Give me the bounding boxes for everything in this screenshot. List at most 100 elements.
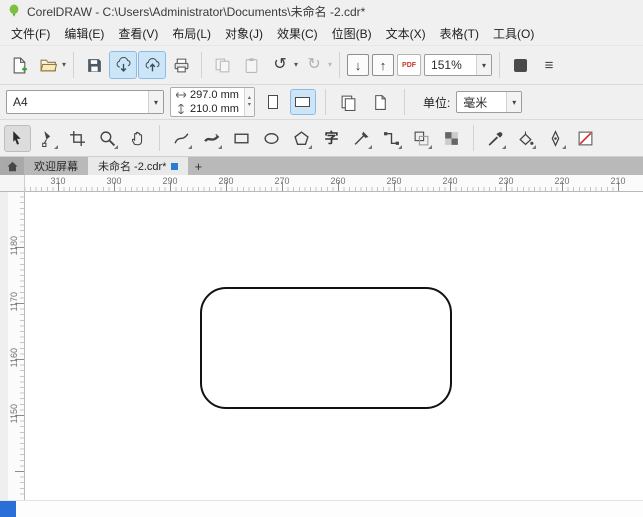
ruler-origin[interactable] xyxy=(0,175,25,192)
hruler-label: 270 xyxy=(274,176,290,186)
page-size-caret[interactable]: ▾ xyxy=(148,91,163,113)
zoom-tool[interactable] xyxy=(95,126,120,151)
zoom-dropdown-caret[interactable]: ▾ xyxy=(476,55,492,75)
publish-pdf-button[interactable]: PDF xyxy=(397,54,422,76)
rounded-rectangle-object[interactable] xyxy=(200,287,452,409)
crop-tool[interactable] xyxy=(65,126,90,151)
print-button[interactable] xyxy=(168,52,194,78)
hruler-label: 280 xyxy=(218,176,234,186)
vruler-label: 1150 xyxy=(9,404,19,424)
import-button[interactable]: ↓ xyxy=(347,54,370,76)
hruler-label: 260 xyxy=(330,176,346,186)
units-label: 单位: xyxy=(422,95,451,110)
bottom-left-swatch[interactable] xyxy=(0,501,16,517)
freehand-tool[interactable] xyxy=(169,126,194,151)
cloud-upload-button[interactable] xyxy=(138,51,167,79)
window-title: CorelDRAW - C:\Users\Administrator\Docum… xyxy=(27,4,366,19)
menu-layout[interactable]: 布局(L) xyxy=(165,22,218,45)
page-height-input[interactable]: 210.0 mm xyxy=(171,102,244,116)
undo-button[interactable]: ↺ ▾ xyxy=(267,52,298,78)
menu-view[interactable]: 查看(V) xyxy=(111,22,165,45)
vertical-ruler[interactable]: 1180 1170 1160 1150 xyxy=(8,192,25,500)
artistic-media-icon xyxy=(204,133,220,142)
hruler-label: 250 xyxy=(386,176,402,186)
open-flyout-caret[interactable]: ▾ xyxy=(62,61,66,69)
fullscreen-icon xyxy=(513,58,527,72)
tab-welcome[interactable]: 欢迎屏幕 xyxy=(24,157,88,175)
interactive-fill-tool[interactable] xyxy=(513,126,538,151)
menu-tools[interactable]: 工具(O) xyxy=(486,22,541,45)
tab-document[interactable]: 未命名 -2.cdr* xyxy=(88,157,189,175)
spin-up-icon: ▴ xyxy=(247,95,251,101)
text-tool[interactable]: 字 xyxy=(319,126,344,151)
outline-pen-tool[interactable] xyxy=(543,126,568,151)
options-button[interactable]: ≡ xyxy=(536,52,562,78)
polygon-tool[interactable] xyxy=(289,126,314,151)
portrait-button[interactable] xyxy=(261,90,285,114)
redo-button[interactable]: ↻ ▾ xyxy=(301,52,332,78)
menu-bitmaps[interactable]: 位图(B) xyxy=(325,22,379,45)
menu-bar: 文件(F) 编辑(E) 查看(V) 布局(L) 对象(J) 效果(C) 位图(B… xyxy=(0,22,643,45)
paste-button[interactable] xyxy=(238,52,264,78)
page-width-input[interactable]: 297.0 mm xyxy=(171,88,244,102)
ellipse-tool[interactable] xyxy=(259,126,284,151)
pick-icon xyxy=(13,130,21,145)
new-tab-button[interactable]: + xyxy=(188,157,208,175)
zoom-level-combobox[interactable]: 151% ▾ xyxy=(424,54,493,76)
pattern-fill-tool[interactable] xyxy=(439,126,464,151)
menu-effects[interactable]: 效果(C) xyxy=(270,22,325,45)
document-tab-bar: 欢迎屏幕 未命名 -2.cdr* + xyxy=(0,157,643,175)
new-document-button[interactable] xyxy=(6,52,32,78)
horizontal-ruler[interactable]: 310 300 290 280 270 260 250 240 230 220 … xyxy=(25,175,643,192)
artistic-media-tool[interactable] xyxy=(199,126,224,151)
tab-document-label: 未命名 -2.cdr* xyxy=(98,161,167,173)
two-point-line-tool[interactable] xyxy=(349,126,374,151)
transparency-tool[interactable] xyxy=(409,126,434,151)
outline-pen-icon xyxy=(551,129,560,147)
page-dimensions-spinner[interactable]: ▴ ▾ xyxy=(243,88,254,116)
no-fill-icon xyxy=(578,131,593,145)
save-button[interactable] xyxy=(81,52,107,78)
units-caret[interactable]: ▾ xyxy=(506,92,522,112)
hruler-label: 290 xyxy=(162,176,178,186)
toolbox-separator xyxy=(159,125,160,151)
cloud-download-button[interactable] xyxy=(109,51,138,79)
redo-flyout-caret[interactable]: ▾ xyxy=(328,61,332,69)
connector-tool[interactable] xyxy=(379,126,404,151)
portrait-icon xyxy=(267,95,278,109)
page-width-icon xyxy=(176,92,186,98)
home-tab[interactable] xyxy=(0,157,24,175)
fullscreen-preview-button[interactable] xyxy=(507,52,533,78)
pick-tool[interactable] xyxy=(4,124,31,152)
landscape-button[interactable] xyxy=(289,89,316,115)
fill-color-tool[interactable] xyxy=(573,126,598,151)
current-page-icon xyxy=(375,94,387,110)
menu-file[interactable]: 文件(F) xyxy=(4,22,57,45)
page-size-combobox[interactable]: A4 ▾ xyxy=(6,90,164,114)
open-button[interactable]: ▾ xyxy=(35,52,66,78)
propbar-separator xyxy=(403,89,405,115)
vruler-label: 1170 xyxy=(9,292,19,312)
eyedropper-tool[interactable] xyxy=(483,126,508,151)
menu-edit[interactable]: 编辑(E) xyxy=(57,22,111,45)
units-combobox[interactable]: 毫米 ▾ xyxy=(456,91,523,113)
export-button[interactable]: ↑ xyxy=(372,54,395,76)
menu-object[interactable]: 对象(J) xyxy=(218,22,270,45)
current-page-button[interactable] xyxy=(368,89,394,115)
hruler-label: 210 xyxy=(610,176,626,186)
canvas[interactable] xyxy=(25,192,643,500)
menu-table[interactable]: 表格(T) xyxy=(433,22,486,45)
menu-text[interactable]: 文本(X) xyxy=(379,22,433,45)
all-pages-button[interactable] xyxy=(336,89,362,115)
hand-icon xyxy=(131,131,143,145)
export-icon: ↑ xyxy=(379,57,387,73)
hruler-label: 220 xyxy=(554,176,570,186)
zoom-level-value: 151% xyxy=(431,58,462,72)
rectangle-tool[interactable] xyxy=(229,126,254,151)
shape-tool[interactable] xyxy=(35,126,60,151)
active-tab-marker xyxy=(171,162,179,170)
undo-flyout-caret[interactable]: ▾ xyxy=(294,61,298,69)
copy-button[interactable] xyxy=(209,52,235,78)
page-size-value: A4 xyxy=(13,95,28,109)
pan-tool[interactable] xyxy=(125,126,150,151)
